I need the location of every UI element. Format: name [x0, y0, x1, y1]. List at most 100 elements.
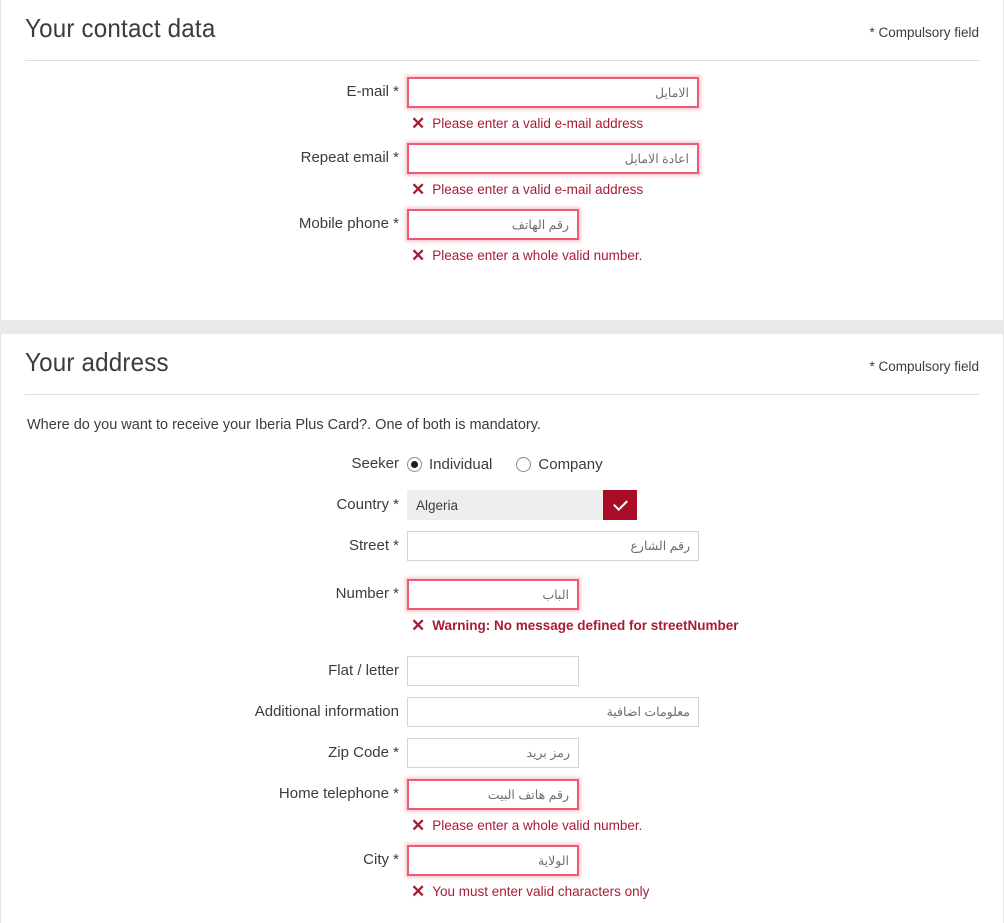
- compulsory-field-note: * Compulsory field: [869, 25, 979, 40]
- field-row-country: Country * Algeria: [25, 490, 979, 520]
- seeker-option-individual[interactable]: Individual: [407, 456, 492, 473]
- email-error-text: Please enter a valid e-mail address: [432, 116, 644, 131]
- address-intro-text: Where do you want to receive your Iberia…: [27, 417, 541, 433]
- address-panel: Your address * Compulsory field Where do…: [0, 334, 1004, 923]
- repeat-email-label: Repeat email *: [300, 149, 399, 166]
- field-row-number: Number * ✕ Warning: No message defined f…: [25, 579, 979, 634]
- zip-code-input[interactable]: [407, 738, 579, 768]
- row-spacer: [25, 686, 979, 697]
- home-telephone-input[interactable]: [407, 779, 579, 810]
- repeat-email-input[interactable]: [407, 143, 699, 174]
- zip-code-label: Zip Code *: [328, 744, 399, 761]
- number-control: ✕ Warning: No message defined for street…: [407, 579, 979, 634]
- email-control: ✕ Please enter a valid e-mail address: [407, 77, 979, 132]
- seeker-control: Individual Company: [407, 449, 979, 479]
- country-select-value[interactable]: Algeria: [407, 490, 603, 520]
- field-row-home-telephone: Home telephone * ✕ Please enter a whole …: [25, 779, 979, 834]
- field-row-email: E-mail * ✕ Please enter a valid e-mail a…: [25, 77, 979, 132]
- error-x-icon: ✕: [411, 882, 426, 901]
- country-select-toggle[interactable]: [603, 490, 637, 520]
- row-spacer: [25, 768, 979, 779]
- field-row-seeker: Seeker Individual Company: [25, 449, 979, 479]
- field-row-flat: Flat / letter: [25, 656, 979, 686]
- city-error-text: You must enter valid characters only: [432, 884, 650, 899]
- street-label: Street *: [348, 537, 399, 554]
- field-row-city: City * ✕ You must enter valid characters…: [25, 845, 979, 900]
- compulsory-field-note: * Compulsory field: [869, 359, 979, 374]
- row-spacer: [25, 834, 979, 845]
- radio-individual-icon[interactable]: [407, 456, 422, 472]
- seeker-option-company-label: Company: [538, 455, 603, 473]
- mobile-phone-input[interactable]: [407, 209, 579, 240]
- field-row-street: Street *: [25, 531, 979, 561]
- row-spacer: [25, 520, 979, 531]
- row-spacer: [25, 198, 979, 209]
- error-x-icon: ✕: [411, 114, 426, 133]
- number-input[interactable]: [407, 579, 579, 610]
- repeat-email-error-text: Please enter a valid e-mail address: [432, 182, 644, 197]
- section-divider: [25, 60, 979, 61]
- contact-section-header: Your contact data * Compulsory field: [25, 0, 979, 44]
- row-spacer: [25, 634, 979, 656]
- flat-control: [407, 656, 979, 686]
- address-section-header: Your address * Compulsory field: [25, 334, 979, 378]
- seeker-option-company[interactable]: Company: [516, 455, 603, 473]
- city-control: ✕ You must enter valid characters only: [407, 845, 979, 900]
- number-label: Number *: [335, 585, 399, 602]
- error-x-icon: ✕: [411, 246, 426, 265]
- seeker-label: Seeker: [351, 455, 399, 472]
- flat-input[interactable]: [407, 656, 579, 686]
- home-telephone-control: ✕ Please enter a whole valid number.: [407, 779, 979, 834]
- row-spacer: [25, 727, 979, 738]
- additional-information-label: Additional information: [254, 703, 399, 720]
- city-input[interactable]: [407, 845, 579, 876]
- section-divider: [25, 394, 979, 395]
- street-control: [407, 531, 979, 561]
- zip-code-control: [407, 738, 979, 768]
- chevron-down-icon: [612, 496, 628, 512]
- seeker-radio-group: Individual Company: [407, 449, 979, 479]
- flat-label: Flat / letter: [328, 662, 399, 679]
- field-row-repeat-email: Repeat email * ✕ Please enter a valid e-…: [25, 143, 979, 198]
- mobile-phone-control: ✕ Please enter a whole valid number.: [407, 209, 979, 264]
- additional-information-input[interactable]: [407, 697, 699, 727]
- mobile-phone-label: Mobile phone *: [298, 215, 399, 232]
- mobile-phone-error-text: Please enter a whole valid number.: [432, 248, 643, 263]
- country-control: Algeria: [407, 490, 979, 520]
- city-error-message: ✕ You must enter valid characters only: [411, 883, 979, 900]
- row-spacer: [25, 561, 979, 579]
- number-error-text: Warning: No message defined for streetNu…: [432, 618, 739, 633]
- page-root: Your contact data * Compulsory field E-m…: [0, 0, 1004, 923]
- repeat-email-control: ✕ Please enter a valid e-mail address: [407, 143, 979, 198]
- field-row-zip-code: Zip Code *: [25, 738, 979, 768]
- home-telephone-label: Home telephone *: [278, 785, 399, 802]
- home-telephone-error-message: ✕ Please enter a whole valid number.: [411, 817, 979, 834]
- field-row-mobile-phone: Mobile phone * ✕ Please enter a whole va…: [25, 209, 979, 264]
- address-section-title: Your address: [25, 347, 169, 377]
- email-label: E-mail *: [346, 83, 399, 100]
- street-input[interactable]: [407, 531, 699, 561]
- country-label: Country *: [336, 496, 399, 513]
- repeat-email-error-message: ✕ Please enter a valid e-mail address: [411, 181, 979, 198]
- error-x-icon: ✕: [411, 816, 426, 835]
- country-select[interactable]: Algeria: [407, 490, 637, 520]
- seeker-option-individual-label: Individual: [429, 455, 493, 473]
- field-row-additional-information: Additional information: [25, 697, 979, 727]
- row-spacer: [25, 132, 979, 143]
- row-spacer: [25, 479, 979, 490]
- email-error-message: ✕ Please enter a valid e-mail address: [411, 115, 979, 132]
- radio-company-icon[interactable]: [516, 456, 532, 472]
- page-title: Your contact data: [25, 13, 216, 43]
- contact-form: E-mail * ✕ Please enter a valid e-mail a…: [25, 77, 979, 264]
- additional-information-control: [407, 697, 979, 727]
- mobile-phone-error-message: ✕ Please enter a whole valid number.: [411, 247, 979, 264]
- home-telephone-error-text: Please enter a whole valid number.: [432, 818, 643, 833]
- email-input[interactable]: [407, 77, 699, 108]
- error-x-icon: ✕: [411, 616, 426, 635]
- contact-data-panel: Your contact data * Compulsory field E-m…: [0, 0, 1004, 320]
- city-label: City *: [363, 851, 399, 868]
- error-x-icon: ✕: [411, 180, 426, 199]
- section-gap-band: [0, 320, 1004, 334]
- address-form: Seeker Individual Company Country * Alge…: [25, 449, 979, 900]
- number-error-message: ✕ Warning: No message defined for street…: [411, 617, 979, 634]
